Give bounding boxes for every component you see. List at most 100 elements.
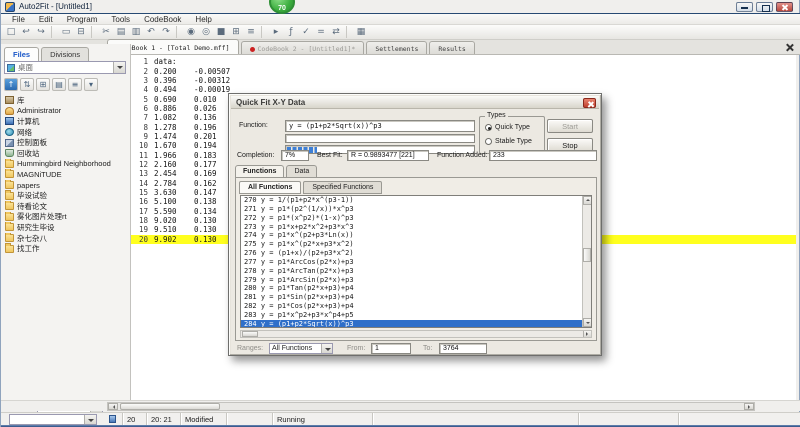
tree-item[interactable]: 网络 — [1, 127, 131, 138]
sidebar-tab[interactable]: Divisions — [41, 47, 90, 61]
paste-icon[interactable]: ▥ — [129, 26, 143, 38]
menu-item[interactable]: Tools — [104, 15, 137, 24]
tree-item[interactable]: 研究生毕设 — [1, 222, 131, 233]
outline-icon[interactable]: ≡ — [244, 26, 258, 38]
function-secondary-field[interactable] — [285, 134, 475, 143]
toolbar-icon[interactable] — [91, 26, 96, 38]
run-icon[interactable]: ▸ — [269, 26, 283, 38]
tree-item[interactable]: papers — [1, 179, 131, 191]
horizontal-scrollbar[interactable] — [107, 402, 755, 411]
back-icon[interactable]: ↩ — [19, 26, 33, 38]
function-list-item[interactable]: 280 y = p1*Tan(p2*x+p3)+p4 — [241, 284, 591, 293]
functions-subtab[interactable]: All Functions — [239, 181, 302, 194]
menu-item[interactable]: Edit — [32, 15, 60, 24]
up-level-icon[interactable]: ↑ — [4, 78, 18, 91]
close-tab-icon[interactable] — [785, 43, 794, 52]
tree-item[interactable]: 待看论文 — [1, 200, 131, 212]
function-icon[interactable]: ƒ — [284, 26, 298, 38]
scroll-left-icon[interactable] — [108, 403, 118, 410]
function-list-item[interactable]: 279 y = p1*ArcSin(p2*x)+p3 — [241, 276, 591, 285]
function-list-item[interactable]: 274 y = p1*x^(p2+p3*Ln(x)) — [241, 231, 591, 240]
tree-item[interactable]: 回收站 — [1, 148, 131, 159]
redo-icon[interactable]: ↷ — [159, 26, 173, 38]
dialog-close-icon[interactable] — [583, 98, 596, 108]
tree-item[interactable]: 毕设试验 — [1, 190, 131, 201]
scroll-right-icon[interactable] — [583, 331, 591, 337]
toolbar-icon[interactable] — [51, 26, 56, 38]
function-input[interactable]: y = (p1+p2*Sqrt(x))^p3 — [285, 120, 475, 132]
tree-item[interactable]: Administrator — [1, 106, 131, 117]
tree-item[interactable]: 雾化图片处理rt — [1, 211, 131, 223]
status-dropdown[interactable] — [9, 413, 97, 425]
menu-item[interactable]: Program — [60, 15, 105, 24]
cut-icon[interactable]: ✂ — [99, 26, 113, 38]
find-next-icon[interactable]: ◎ — [199, 26, 213, 38]
equals-icon[interactable]: = — [314, 26, 328, 38]
dialog-tab[interactable]: Functions — [235, 165, 285, 177]
title-bar[interactable]: Auto2Fit - [Untitled1] — [1, 0, 800, 14]
close-button[interactable] — [776, 2, 793, 12]
fill-color-icon[interactable]: ■ — [214, 26, 228, 38]
start-button[interactable]: Start — [547, 119, 593, 133]
function-list-item[interactable]: 277 y = p1*ArcCos(p2*x)+p3 — [241, 258, 591, 267]
editor-row[interactable]: 1 data: — [131, 57, 796, 66]
ranges-dropdown[interactable]: All Functions — [269, 343, 333, 354]
function-list-item[interactable]: 273 y = p1*x+p2*x^2+p3*x^3 — [241, 223, 591, 232]
grid-view-icon[interactable]: ⊞ — [229, 26, 243, 38]
tree-item[interactable]: 找工作 — [1, 243, 131, 254]
sidebar-tab[interactable]: Files — [4, 47, 40, 61]
chevron-down-icon[interactable] — [84, 414, 96, 424]
dialog-title-bar[interactable]: Quick Fit X-Y Data — [231, 96, 599, 109]
tree-item[interactable]: 库 — [1, 95, 131, 106]
list-horizontal-scrollbar[interactable] — [240, 330, 592, 338]
tree-view-icon[interactable]: ⊞ — [36, 78, 50, 91]
chevron-down-icon[interactable] — [113, 62, 125, 73]
chevron-down-icon[interactable] — [321, 344, 332, 353]
details-view-icon[interactable]: ≡ — [68, 78, 82, 91]
tree-item[interactable]: 控制面板 — [1, 137, 131, 148]
function-list-item[interactable]: 270 y = 1/(p1+p2*x^(p3-1)) — [241, 196, 591, 205]
function-list-item[interactable]: 282 y = p1*Cos(p2*x+p3)+p4 — [241, 302, 591, 311]
scrollbar-thumb[interactable] — [120, 403, 220, 410]
maximize-button[interactable] — [756, 2, 773, 12]
find-icon[interactable]: ◉ — [184, 26, 198, 38]
save-icon[interactable]: ⊟ — [74, 26, 88, 38]
scroll-up-icon[interactable] — [583, 196, 591, 205]
location-dropdown[interactable]: 桌面 — [4, 61, 126, 74]
function-list-item[interactable]: 271 y = p1*(p2^(1/x))*x^p3 — [241, 205, 591, 214]
from-input[interactable]: 1 — [371, 343, 411, 354]
menu-item[interactable]: Help — [188, 15, 218, 24]
document-tab[interactable]: CodeBook 2 - [Untitled1]* — [240, 41, 365, 54]
to-input[interactable]: 3764 — [439, 343, 487, 354]
document-tab[interactable]: Settlements — [366, 41, 428, 54]
document-tab[interactable]: Results — [429, 41, 475, 54]
editor-row[interactable]: 2 0.200 -0.00507 — [131, 66, 796, 76]
menu-item[interactable]: File — [5, 15, 32, 24]
copy-icon[interactable]: ▤ — [114, 26, 128, 38]
list-view-icon[interactable]: ▤ — [52, 78, 66, 91]
function-list-item[interactable]: 278 y = p1*ArcTan(p2*x)+p3 — [241, 267, 591, 276]
check-icon[interactable]: ✓ — [299, 26, 313, 38]
functions-subtab[interactable]: Specified Functions — [303, 181, 383, 194]
function-list-item[interactable]: 281 y = p1*Sin(p2*x+p3)+p4 — [241, 293, 591, 302]
transfer-icon[interactable]: ⇄ — [329, 26, 343, 38]
vertical-scrollbar[interactable] — [582, 196, 591, 327]
scrollbar-thumb[interactable] — [583, 248, 591, 262]
function-list-item[interactable]: 276 y = (p1+x)/(p2+p3*x^2) — [241, 249, 591, 258]
scroll-down-icon[interactable] — [583, 318, 591, 327]
stable-type-radio[interactable]: Stable Type — [485, 138, 532, 145]
function-list-item[interactable]: 284 y = (p1+p2*Sqrt(x))^p3 — [241, 319, 591, 327]
minimize-button[interactable] — [736, 2, 753, 12]
tree-item[interactable]: 计算机 — [1, 116, 131, 127]
folder-options-icon[interactable]: ▾ — [84, 78, 98, 91]
dialog-tab[interactable]: Data — [286, 165, 318, 177]
tree-item[interactable]: Hummingbird Neighborhood — [1, 158, 131, 170]
toolbar-icon[interactable] — [176, 26, 181, 38]
editor-row[interactable]: 3 0.396 -0.00312 — [131, 76, 796, 85]
tree-item[interactable]: MAGNiTUDE — [1, 169, 131, 180]
new-file-icon[interactable]: □ — [4, 26, 18, 38]
toolbar-icon[interactable] — [346, 26, 351, 38]
open-file-icon[interactable]: ▭ — [59, 26, 73, 38]
tree-item[interactable]: 杂七杂八 — [1, 232, 131, 244]
quick-type-radio[interactable]: Quick Type — [485, 124, 530, 131]
